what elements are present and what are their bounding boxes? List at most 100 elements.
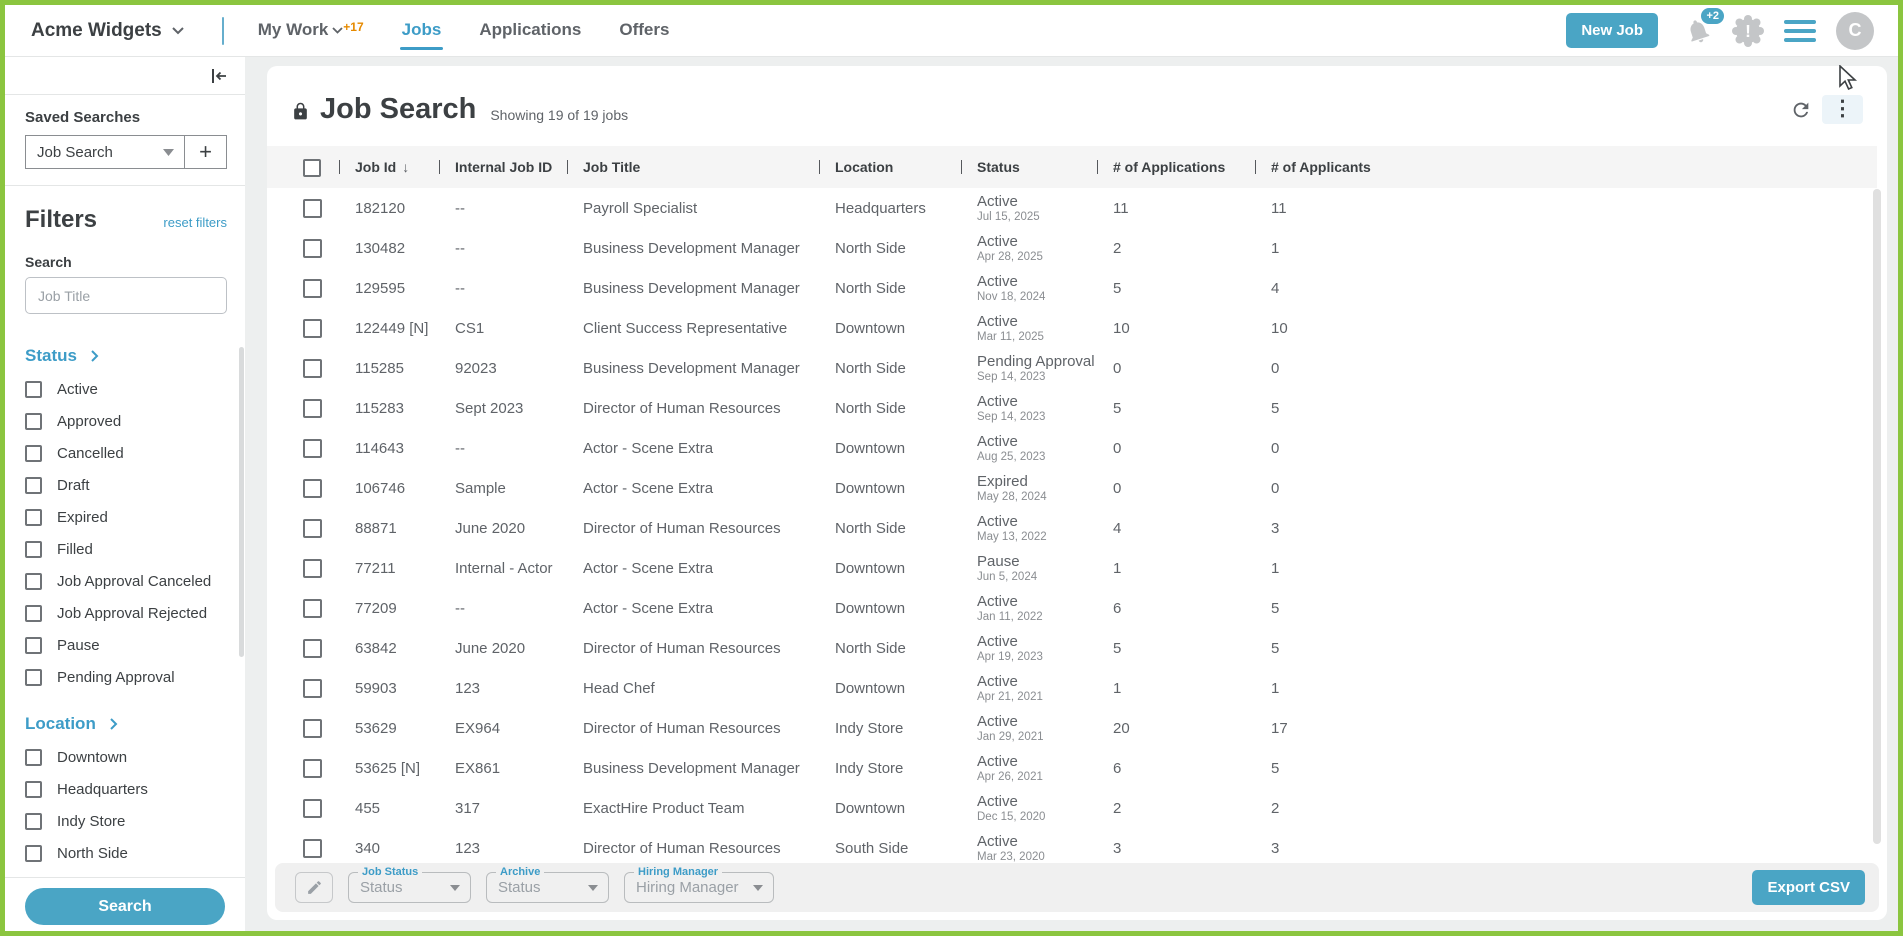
table-row[interactable]: 115285 92023 Business Development Manage…: [297, 348, 1887, 388]
table-row[interactable]: 88871 June 2020 Director of Human Resour…: [297, 508, 1887, 548]
row-checkbox[interactable]: [303, 639, 322, 658]
table-row[interactable]: 130482 -- Business Development Manager N…: [297, 228, 1887, 268]
filter-checkbox-item[interactable]: Indy Store: [25, 813, 227, 830]
checkbox[interactable]: [25, 781, 42, 798]
table-row[interactable]: 340 123 Director of Human Resources Sout…: [297, 828, 1887, 864]
row-checkbox[interactable]: [303, 479, 322, 498]
checkbox[interactable]: [25, 845, 42, 862]
row-checkbox[interactable]: [303, 519, 322, 538]
job-status-select[interactable]: Job Status Status: [348, 872, 471, 903]
tab-my-work[interactable]: My Work +17: [258, 10, 364, 52]
filter-checkbox-item[interactable]: Pending Approval: [25, 669, 227, 686]
filter-checkbox-item[interactable]: Expired: [25, 509, 227, 526]
nav-divider: [222, 17, 224, 45]
add-saved-search-button[interactable]: +: [184, 136, 226, 168]
table-row[interactable]: 182120 -- Payroll Specialist Headquarter…: [297, 188, 1887, 228]
filter-checkbox-item[interactable]: Downtown: [25, 749, 227, 766]
table-row[interactable]: 129595 -- Business Development Manager N…: [297, 268, 1887, 308]
row-checkbox[interactable]: [303, 839, 322, 858]
checkbox[interactable]: [25, 381, 42, 398]
row-checkbox[interactable]: [303, 559, 322, 578]
notifications-button[interactable]: +2: [1684, 17, 1712, 45]
row-checkbox[interactable]: [303, 399, 322, 418]
row-checkbox[interactable]: [303, 439, 322, 458]
reset-filters-link[interactable]: reset filters: [163, 215, 227, 230]
column-header-job-title[interactable]: Job Title: [567, 159, 819, 175]
column-header-job-id[interactable]: Job Id↓: [339, 159, 439, 175]
filter-checkbox-item[interactable]: Headquarters: [25, 781, 227, 798]
job-title-search-input[interactable]: [25, 277, 227, 314]
cell-applicants: 1: [1255, 680, 1887, 697]
alerts-button[interactable]: !: [1732, 15, 1764, 47]
hiring-manager-select[interactable]: Hiring Manager Hiring Manager: [624, 872, 774, 903]
column-header-internal-job-id[interactable]: Internal Job ID: [439, 159, 567, 175]
filter-checkbox-item[interactable]: Draft: [25, 477, 227, 494]
filter-checkbox-item[interactable]: Active: [25, 381, 227, 398]
table-row[interactable]: 114643 -- Actor - Scene Extra Downtown A…: [297, 428, 1887, 468]
row-checkbox[interactable]: [303, 199, 322, 218]
table-row[interactable]: 106746 Sample Actor - Scene Extra Downto…: [297, 468, 1887, 508]
row-checkbox[interactable]: [303, 599, 322, 618]
table-row[interactable]: 59903 123 Head Chef Downtown Active Apr …: [297, 668, 1887, 708]
checkbox[interactable]: [25, 477, 42, 494]
checkbox[interactable]: [25, 573, 42, 590]
filter-checkbox-item[interactable]: Approved: [25, 413, 227, 430]
checkbox[interactable]: [25, 749, 42, 766]
company-switcher[interactable]: Acme Widgets: [31, 20, 184, 42]
table-row[interactable]: 122449 [N] CS1 Client Success Representa…: [297, 308, 1887, 348]
tab-applications[interactable]: Applications: [479, 10, 581, 52]
filter-checkbox-item[interactable]: Job Approval Rejected: [25, 605, 227, 622]
row-checkbox[interactable]: [303, 359, 322, 378]
avatar[interactable]: C: [1836, 12, 1874, 50]
location-section-header[interactable]: Location: [25, 714, 227, 734]
checkbox[interactable]: [25, 813, 42, 830]
column-header-location[interactable]: Location: [819, 159, 961, 175]
kebab-menu-icon[interactable]: ⋮: [1822, 95, 1863, 124]
filter-checkbox-item[interactable]: Pause: [25, 637, 227, 654]
checkbox[interactable]: [25, 445, 42, 462]
table-row[interactable]: 53625 [N] EX861 Business Development Man…: [297, 748, 1887, 788]
export-csv-button[interactable]: Export CSV: [1752, 870, 1865, 905]
table-row[interactable]: 115283 Sept 2023 Director of Human Resou…: [297, 388, 1887, 428]
checkbox[interactable]: [25, 509, 42, 526]
checkbox[interactable]: [25, 541, 42, 558]
sidebar-scrollbar[interactable]: [239, 347, 244, 657]
tab-jobs[interactable]: Jobs: [402, 10, 442, 52]
row-checkbox[interactable]: [303, 719, 322, 738]
row-checkbox[interactable]: [303, 239, 322, 258]
table-row[interactable]: 63842 June 2020 Director of Human Resour…: [297, 628, 1887, 668]
row-checkbox[interactable]: [303, 759, 322, 778]
chevron-down-icon: [332, 27, 343, 34]
table-row[interactable]: 77211 Internal - Actor Actor - Scene Ext…: [297, 548, 1887, 588]
collapse-sidebar-icon[interactable]: [209, 66, 229, 86]
table-row[interactable]: 455 317 ExactHire Product Team Downtown …: [297, 788, 1887, 828]
search-button[interactable]: Search: [25, 888, 225, 925]
filter-checkbox-item[interactable]: Job Approval Canceled: [25, 573, 227, 590]
table-scrollbar[interactable]: [1873, 189, 1881, 844]
hamburger-menu-icon[interactable]: [1784, 20, 1816, 42]
edit-button[interactable]: [295, 872, 333, 903]
filter-checkbox-item[interactable]: Cancelled: [25, 445, 227, 462]
checkbox[interactable]: [25, 413, 42, 430]
table-row[interactable]: 53629 EX964 Director of Human Resources …: [297, 708, 1887, 748]
table-row[interactable]: 77209 -- Actor - Scene Extra Downtown Ac…: [297, 588, 1887, 628]
checkbox[interactable]: [25, 605, 42, 622]
checkbox[interactable]: [25, 637, 42, 654]
filter-checkbox-item[interactable]: North Side: [25, 845, 227, 862]
row-checkbox[interactable]: [303, 279, 322, 298]
tab-offers[interactable]: Offers: [619, 10, 669, 52]
saved-search-select[interactable]: Job Search: [26, 136, 184, 168]
column-header-applicants[interactable]: # of Applicants: [1255, 159, 1877, 175]
filter-checkbox-item[interactable]: Filled: [25, 541, 227, 558]
checkbox[interactable]: [25, 669, 42, 686]
row-checkbox[interactable]: [303, 679, 322, 698]
new-job-button[interactable]: New Job: [1566, 13, 1658, 48]
row-checkbox[interactable]: [303, 799, 322, 818]
select-all-checkbox[interactable]: [303, 159, 321, 177]
column-header-status[interactable]: Status: [961, 159, 1097, 175]
row-checkbox[interactable]: [303, 319, 322, 338]
refresh-icon[interactable]: [1790, 99, 1812, 121]
status-section-header[interactable]: Status: [25, 346, 227, 366]
archive-select[interactable]: Archive Status: [486, 872, 609, 903]
column-header-applications[interactable]: # of Applications: [1097, 159, 1255, 175]
